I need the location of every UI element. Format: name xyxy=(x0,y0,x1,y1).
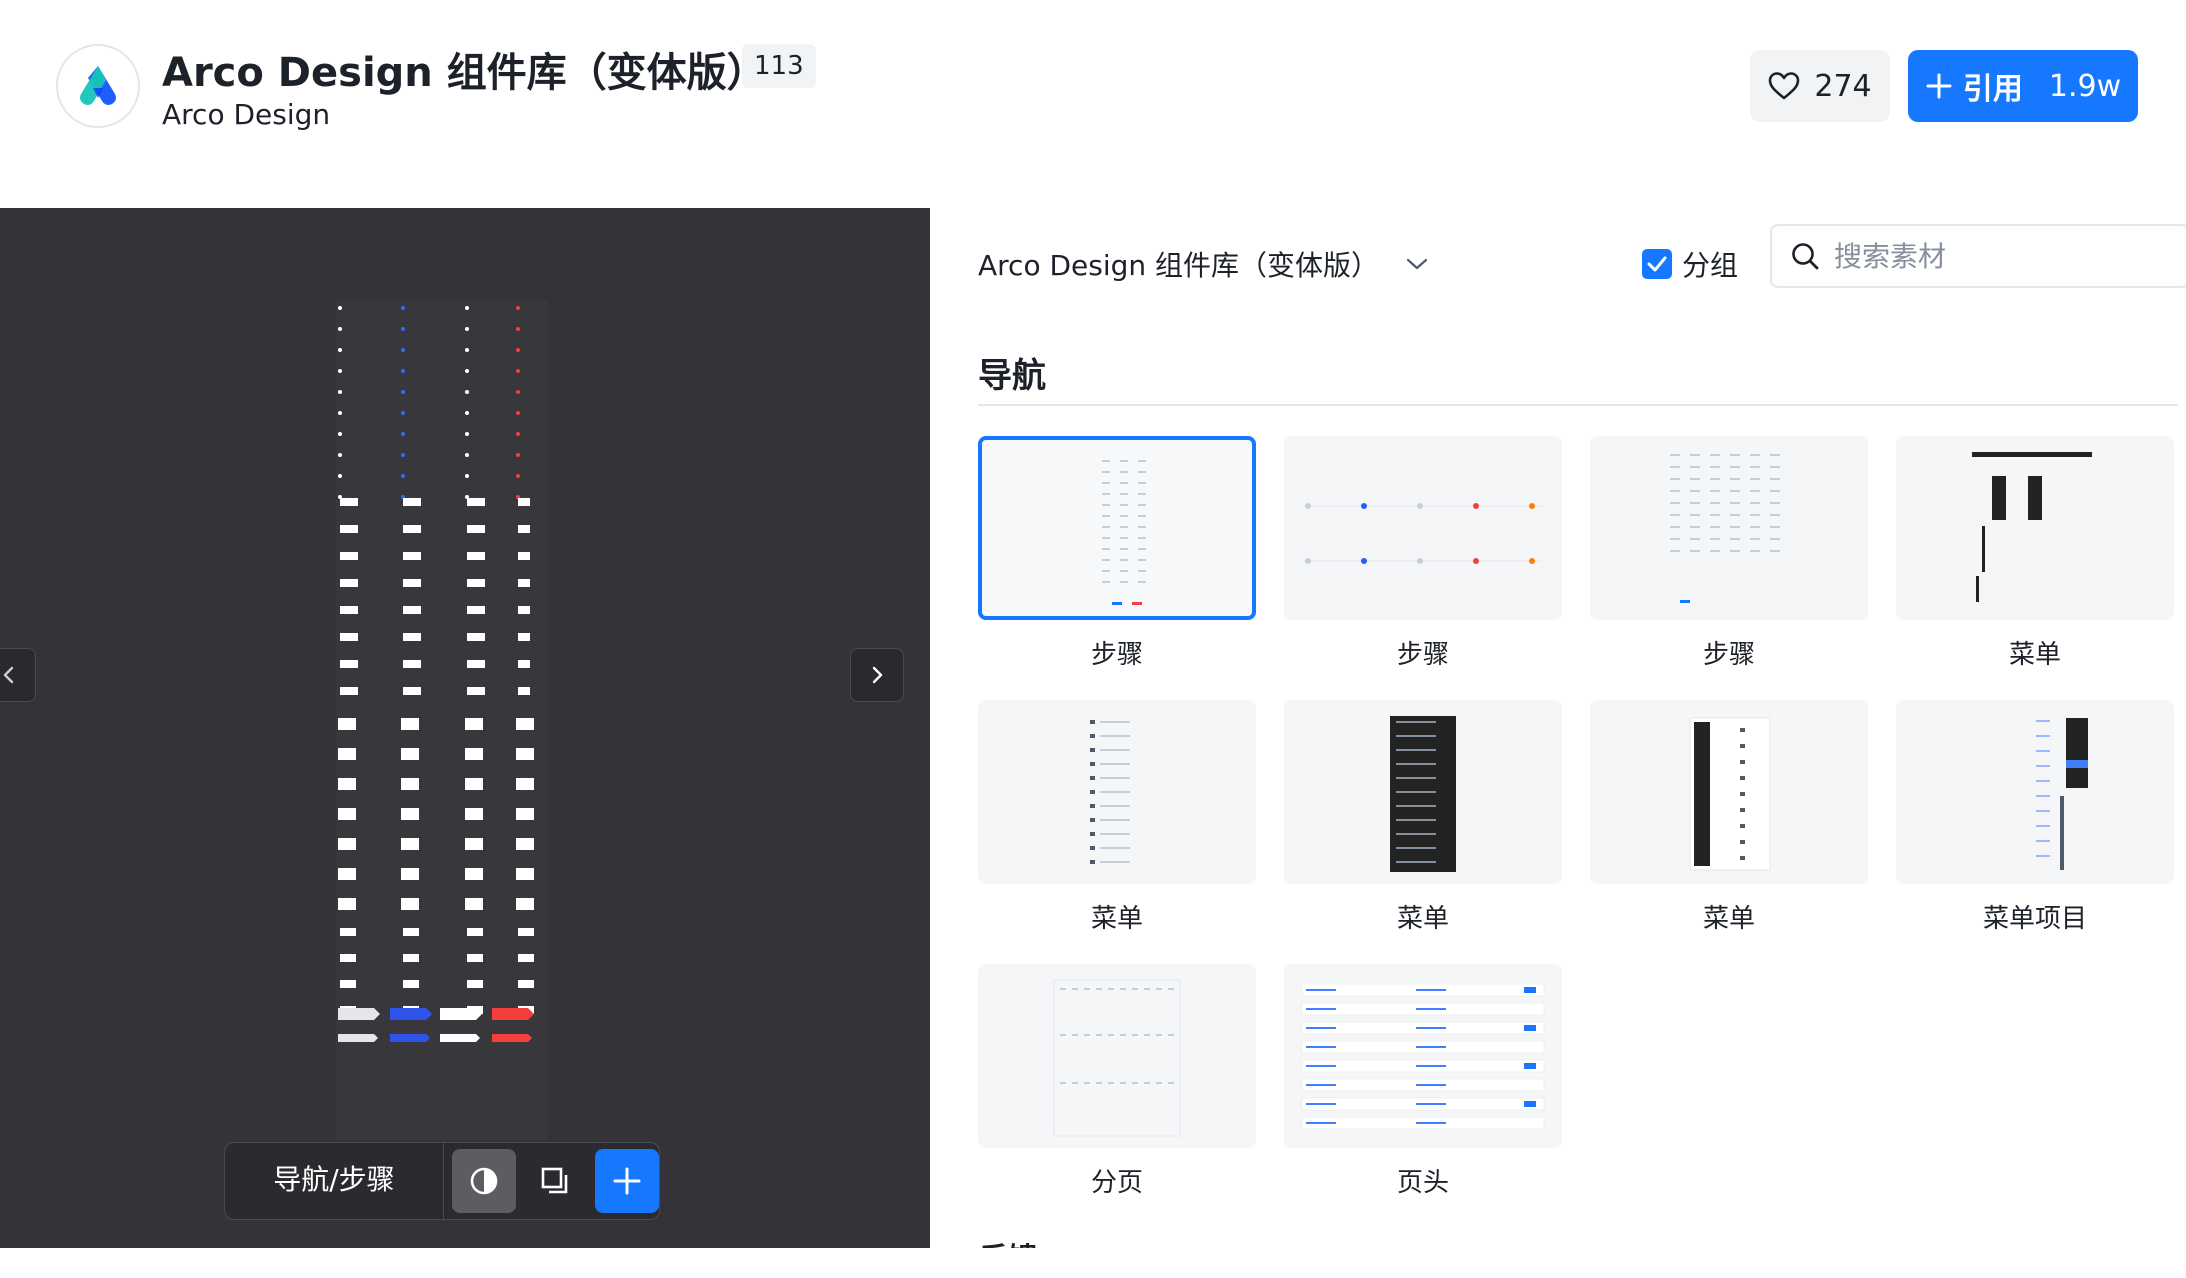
material-card[interactable]: 菜单项目 xyxy=(1896,700,2174,935)
thumbnail-art xyxy=(1102,460,1146,605)
page-title: Arco Design 组件库（变体版） xyxy=(162,50,767,96)
card-label: 分页 xyxy=(1090,1168,1143,1198)
material-card[interactable]: 步骤 xyxy=(1590,436,1868,671)
component-preview[interactable]: 导航/步骤 xyxy=(0,208,930,1248)
card-label: 菜单 xyxy=(1090,904,1143,934)
material-card[interactable]: 菜单 xyxy=(978,700,1256,935)
add-button[interactable] xyxy=(595,1149,659,1213)
preview-artboard xyxy=(336,300,548,1140)
like-count: 274 xyxy=(1814,68,1872,104)
prev-button[interactable] xyxy=(0,648,36,702)
arco-logo-icon xyxy=(56,44,140,128)
version-badge: 113 xyxy=(742,44,816,88)
section-title: 导航 xyxy=(978,356,1046,396)
card-label: 菜单 xyxy=(1702,904,1755,934)
thumbnail-art xyxy=(1972,452,2092,602)
material-card[interactable]: 菜单 xyxy=(1896,436,2174,671)
library-select[interactable]: Arco Design 组件库（变体版） xyxy=(978,238,1429,290)
section-divider xyxy=(978,404,2178,406)
material-card[interactable]: 菜单 xyxy=(1284,700,1562,935)
toolbar-label: 导航/步骤 xyxy=(225,1142,444,1220)
cite-button[interactable]: 引用 1.9w xyxy=(1908,50,2138,122)
contrast-icon xyxy=(470,1167,498,1195)
copy-button[interactable] xyxy=(524,1149,588,1213)
header: Arco Design 组件库（变体版） Arco Design 113 274… xyxy=(0,0,2186,208)
copy-icon xyxy=(542,1167,568,1194)
card-thumbnail xyxy=(978,700,1256,884)
thumbnail-art xyxy=(1090,720,1130,864)
next-button[interactable] xyxy=(850,648,904,702)
next-section-title: 反馈 xyxy=(978,1234,1038,1248)
group-checkbox[interactable]: 分组 xyxy=(1642,238,1738,290)
card-label: 步骤 xyxy=(1396,640,1449,670)
plus-icon xyxy=(613,1167,641,1195)
cite-label: 引用 xyxy=(1962,72,2023,107)
material-card[interactable]: 步骤 xyxy=(1284,436,1562,671)
card-thumbnail xyxy=(978,964,1256,1148)
thumbnail-art xyxy=(1301,983,1545,1130)
material-card[interactable]: 步骤 xyxy=(978,436,1256,671)
card-thumbnail xyxy=(1284,964,1562,1148)
card-label: 菜单项目 xyxy=(1982,904,2087,934)
card-thumbnail xyxy=(1896,436,2174,620)
heart-icon xyxy=(1769,72,1800,100)
card-label: 菜单 xyxy=(1396,904,1449,934)
like-button[interactable]: 274 xyxy=(1750,50,1890,122)
card-label: 页头 xyxy=(1396,1168,1449,1198)
thumbnail-art xyxy=(2036,718,2088,870)
chevron-down-icon xyxy=(1406,258,1428,270)
card-thumbnail xyxy=(1284,436,1562,620)
checkbox-checked-icon xyxy=(1642,249,1672,279)
thumbnail-art xyxy=(1670,454,1780,603)
card-label: 步骤 xyxy=(1090,640,1143,670)
material-card[interactable]: 分页 xyxy=(978,964,1256,1199)
card-label: 步骤 xyxy=(1702,640,1755,670)
plus-icon xyxy=(1926,73,1952,99)
card-thumbnail xyxy=(1896,700,2174,884)
group-label: 分组 xyxy=(1682,249,1739,282)
search-box[interactable] xyxy=(1770,224,2186,288)
search-input[interactable] xyxy=(1834,239,2134,273)
material-panel: Arco Design 组件库（变体版） 分组 导航 步骤步骤步骤菜单菜单菜单菜… xyxy=(930,208,2186,1248)
theme-toggle-button[interactable] xyxy=(451,1149,516,1213)
chevron-left-icon xyxy=(3,666,14,684)
thumbnail-art xyxy=(1304,503,1542,564)
library-select-value: Arco Design 组件库（变体版） xyxy=(978,249,1380,282)
search-icon xyxy=(1792,243,1819,270)
card-thumbnail xyxy=(1284,700,1562,884)
thumbnail-art xyxy=(1390,716,1456,872)
chevron-right-icon xyxy=(872,666,883,684)
card-thumbnail xyxy=(978,436,1256,620)
card-label: 菜单 xyxy=(2008,640,2061,670)
material-card[interactable]: 页头 xyxy=(1284,964,1562,1199)
page-subtitle: Arco Design xyxy=(162,98,331,131)
thumbnail-art xyxy=(1689,717,1771,871)
cite-count: 1.9w xyxy=(2048,68,2122,104)
material-card[interactable]: 菜单 xyxy=(1590,700,1868,935)
card-thumbnail xyxy=(1590,436,1868,620)
preview-toolbar: 导航/步骤 xyxy=(224,1142,660,1220)
thumbnail-art xyxy=(1053,979,1181,1137)
page-root: Arco Design 组件库（变体版） Arco Design 113 274… xyxy=(0,0,2186,1278)
card-thumbnail xyxy=(1590,700,1868,884)
